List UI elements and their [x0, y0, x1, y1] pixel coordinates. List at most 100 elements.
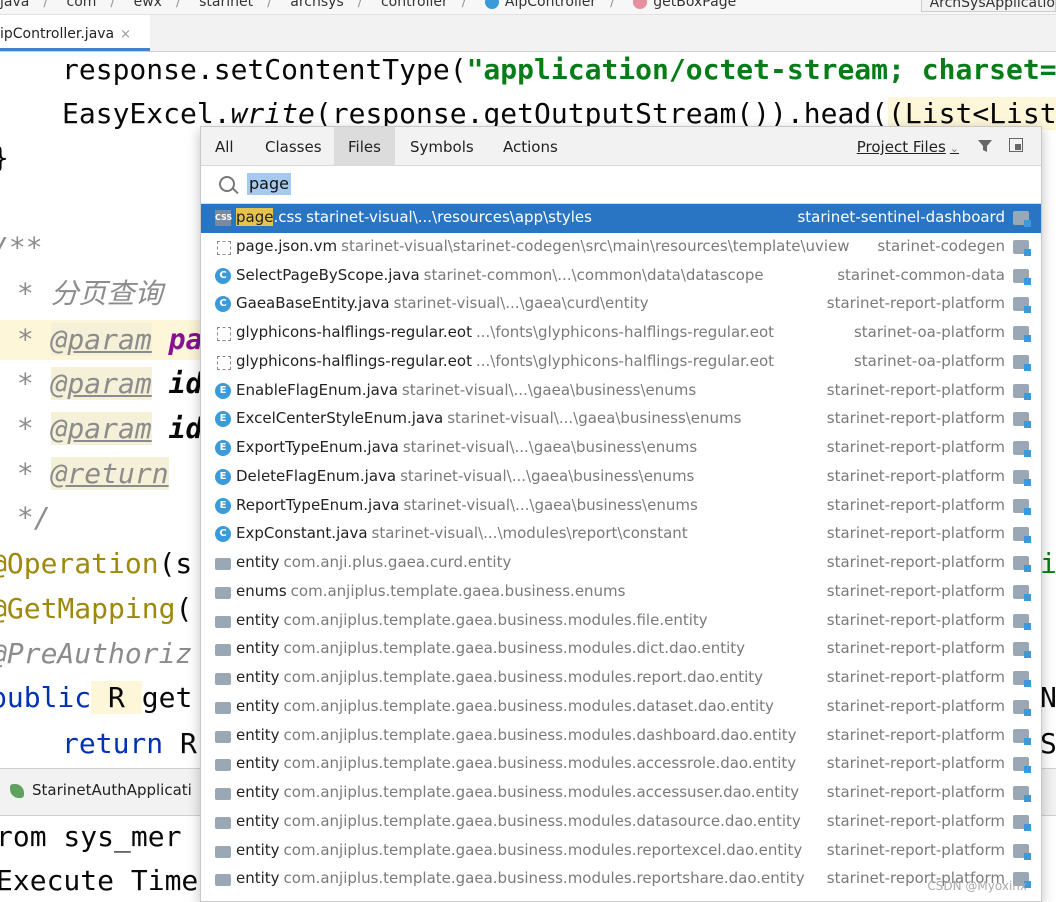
code-line: return R	[62, 727, 197, 760]
package-icon	[215, 874, 231, 887]
enum-icon: E	[215, 468, 231, 485]
module-icon	[1013, 728, 1031, 745]
result-path: com.anji.plus.gaea.curd.entity	[283, 553, 512, 571]
run-config-selector[interactable]: ArchSysApplicatio	[920, 0, 1056, 12]
tab-all[interactable]: All	[201, 127, 248, 165]
result-path: starinet-visual\...\gaea\business\enums	[402, 438, 698, 456]
code-line: public R get	[0, 681, 193, 714]
module-icon	[1013, 326, 1031, 342]
tab-classes[interactable]: Classes	[251, 127, 336, 165]
breadcrumb: java / com / ewx / starinet / archsys / contr…	[0, 0, 1056, 15]
template-file-icon	[217, 240, 231, 255]
result-name: entity com.anjiplus.template.gaea.busines…	[236, 869, 805, 887]
result-row[interactable]: entity com.anjiplus.template.gaea.busines…	[201, 607, 1041, 636]
result-row[interactable]: entity com.anjiplus.template.gaea.busines…	[201, 664, 1041, 693]
result-row[interactable]: CSS page.css starinet-visual\...\resources…	[201, 204, 1041, 233]
editor-tab-label: ipController.java	[0, 26, 115, 42]
enum-icon: E	[215, 411, 231, 428]
result-row[interactable]: E EnableFlagEnum.java starinet-visual\...\…	[201, 377, 1041, 406]
result-row[interactable]: glyphicons-halflings-regular.eot ...\font…	[201, 348, 1041, 377]
console-line: rom sys_mer	[0, 820, 182, 853]
result-name-text: ExpConstant.java	[236, 524, 368, 543]
module-icon	[1013, 843, 1031, 860]
scope-dropdown[interactable]: Project Files ⌄	[857, 127, 959, 169]
code-line: }	[0, 138, 9, 178]
breadcrumb-item[interactable]: getBoxPage	[653, 0, 736, 10]
result-row[interactable]: E ExportTypeEnum.java starinet-visual\...\…	[201, 434, 1041, 463]
search-input[interactable]	[245, 172, 813, 196]
code-line: * @param pa	[0, 320, 202, 360]
search-icon	[219, 176, 235, 192]
result-row[interactable]: C ExpConstant.java starinet-visual\...\mod…	[201, 520, 1041, 549]
result-row[interactable]: entity com.anjiplus.template.gaea.busines…	[201, 750, 1041, 779]
result-name: ReportTypeEnum.java starinet-visual\...\g…	[236, 496, 698, 514]
result-name: page.json.vm starinet-visual\starinet-cod…	[236, 237, 850, 255]
font-file-icon	[217, 327, 231, 341]
module-icon	[1013, 757, 1031, 774]
result-module: starinet-report-platform	[826, 811, 1005, 830]
module-icon	[1013, 211, 1031, 227]
result-name: entity com.anjiplus.template.gaea.busines…	[236, 812, 801, 830]
result-path: starinet-visual\...\gaea\business\enums	[403, 495, 698, 514]
result-row[interactable]: glyphicons-halflings-regular.eot ...\font…	[201, 319, 1041, 348]
result-name-text: entity	[236, 783, 280, 801]
class-icon: C	[215, 267, 231, 284]
result-name-text: glyphicons-halflings-regular.eot	[236, 323, 472, 341]
result-row[interactable]: E DeleteFlagEnum.java starinet-visual\...\…	[201, 463, 1041, 492]
result-module: starinet-report-platform	[826, 495, 1005, 514]
result-module: starinet-common-data	[837, 265, 1005, 284]
tab-symbols[interactable]: Symbols	[396, 127, 488, 165]
result-module: starinet-report-platform	[826, 668, 1005, 686]
breadcrumb-item[interactable]: AlpController	[505, 0, 596, 10]
module-icon	[1013, 556, 1031, 572]
result-row[interactable]: entity com.anjiplus.template.gaea.busines…	[201, 865, 1041, 894]
editor-tab[interactable]: ipController.java ×	[0, 15, 150, 51]
tab-actions[interactable]: Actions	[489, 127, 572, 165]
result-name-text: ReportTypeEnum.java	[236, 495, 400, 514]
close-icon[interactable]: ×	[120, 27, 131, 42]
preview-icon[interactable]	[1009, 138, 1023, 152]
breadcrumb-item[interactable]: java	[0, 0, 29, 10]
result-row[interactable]: C SelectPageByScope.java starinet-common\.…	[201, 262, 1041, 291]
result-row[interactable]: C GaeaBaseEntity.java starinet-visual\...\…	[201, 290, 1041, 319]
result-row[interactable]: entity com.anjiplus.template.gaea.busines…	[201, 722, 1041, 751]
result-path: starinet-visual\...\gaea\business\enums	[400, 466, 695, 485]
result-module: starinet-report-platform	[826, 553, 1005, 571]
package-icon	[215, 644, 231, 657]
result-module: starinet-report-platform	[826, 610, 1005, 629]
code-line: @Operation(s	[0, 547, 193, 580]
result-name-text: ExcelCenterStyleEnum.java	[236, 409, 444, 428]
result-row[interactable]: entity com.anjiplus.template.gaea.busines…	[201, 635, 1041, 664]
breadcrumb-item[interactable]: controller	[381, 0, 448, 10]
tab-files[interactable]: Files	[334, 127, 395, 165]
breadcrumb-item[interactable]: archsys	[290, 0, 343, 10]
breadcrumb-item[interactable]: ewx	[134, 0, 162, 10]
code-line: St	[1040, 727, 1056, 760]
result-name-text: glyphicons-halflings-regular.eot	[236, 351, 472, 370]
code-line: @GetMapping(	[0, 592, 193, 625]
module-icon	[1013, 671, 1031, 687]
result-row[interactable]: E ReportTypeEnum.java starinet-visual\...\…	[201, 492, 1041, 521]
result-row[interactable]: entity com.anjiplus.template.gaea.busines…	[201, 837, 1041, 866]
code-line: @PreAuthoriz	[0, 637, 193, 670]
result-path: com.anjiplus.template.gaea.business.modu…	[283, 610, 708, 629]
result-module: starinet-oa-platform	[853, 323, 1005, 341]
result-row[interactable]: entity com.anjiplus.template.gaea.busines…	[201, 779, 1041, 808]
result-row[interactable]: entity com.anji.plus.gaea.curd.entity star…	[201, 549, 1041, 578]
breadcrumb-item[interactable]: starinet	[199, 0, 253, 10]
run-tab[interactable]: StarinetAuthApplicati	[10, 781, 192, 799]
result-row[interactable]: E ExcelCenterStyleEnum.java starinet-visua…	[201, 405, 1041, 434]
result-module: starinet-report-platform	[826, 524, 1005, 543]
module-icon	[1013, 699, 1031, 716]
result-name: entity com.anjiplus.template.gaea.busines…	[236, 668, 763, 686]
result-row[interactable]: entity com.anjiplus.template.gaea.busines…	[201, 808, 1041, 837]
result-name: entity com.anjiplus.template.gaea.busines…	[236, 611, 708, 629]
filter-icon[interactable]	[977, 138, 993, 154]
result-row[interactable]: entity com.anjiplus.template.gaea.busines…	[201, 693, 1041, 722]
result-row[interactable]: enums com.anjiplus.template.gaea.business…	[201, 578, 1041, 607]
result-name: SelectPageByScope.java starinet-common\..…	[236, 266, 764, 284]
breadcrumb-item[interactable]: com	[67, 0, 97, 10]
module-icon	[1013, 498, 1031, 515]
result-row[interactable]: page.json.vm starinet-visual\starinet-cod…	[201, 233, 1041, 262]
package-icon	[215, 730, 231, 743]
